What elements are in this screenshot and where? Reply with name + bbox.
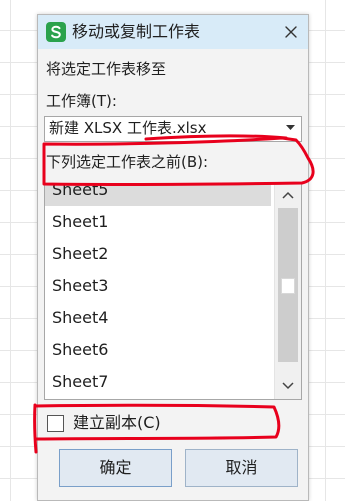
- create-copy-label[interactable]: 建立副本(C): [73, 412, 161, 434]
- list-item[interactable]: Sheet1: [45, 206, 271, 238]
- wps-spreadsheet-icon: [46, 22, 66, 42]
- move-copy-sheet-dialog: 移动或复制工作表 将选定工作表移至 工作簿(T): 新建 XLSX 工作表.xl…: [37, 14, 309, 501]
- dialog-title: 移动或复制工作表: [72, 22, 201, 41]
- move-prompt-label: 将选定工作表移至: [46, 60, 167, 78]
- workbook-select[interactable]: 新建 XLSX 工作表.xlsx: [44, 116, 302, 142]
- list-item[interactable]: Sheet5: [45, 184, 271, 206]
- scroll-grip: [281, 278, 295, 294]
- sheet-listbox[interactable]: Sheet5 Sheet1 Sheet2 Sheet3 Sheet4 Sheet…: [44, 183, 302, 400]
- list-item[interactable]: Sheet2: [45, 238, 271, 270]
- ok-button[interactable]: 确定: [59, 449, 172, 487]
- close-button[interactable]: [280, 21, 302, 43]
- chevron-up-icon[interactable]: [282, 191, 294, 199]
- list-item[interactable]: Sheet7: [45, 366, 271, 398]
- workbook-label: 工作簿(T):: [46, 92, 117, 110]
- before-sheet-label: 下列选定工作表之前(B):: [46, 153, 209, 171]
- chevron-down-icon[interactable]: [286, 125, 295, 131]
- chevron-down-icon[interactable]: [282, 382, 294, 390]
- scroll-thumb[interactable]: [278, 208, 298, 362]
- cancel-button[interactable]: 取消: [185, 449, 298, 487]
- list-item[interactable]: Sheet3: [45, 270, 271, 302]
- workbook-select-value: 新建 XLSX 工作表.xlsx: [49, 119, 207, 137]
- list-item[interactable]: Sheet6: [45, 334, 271, 366]
- list-item[interactable]: Sheet4: [45, 302, 271, 334]
- create-copy-checkbox[interactable]: [47, 415, 64, 432]
- list-scrollbar[interactable]: [274, 184, 301, 399]
- close-icon[interactable]: [280, 21, 302, 43]
- dialog-titlebar: 移动或复制工作表: [38, 15, 308, 49]
- create-copy-option[interactable]: 建立副本(C): [47, 412, 247, 436]
